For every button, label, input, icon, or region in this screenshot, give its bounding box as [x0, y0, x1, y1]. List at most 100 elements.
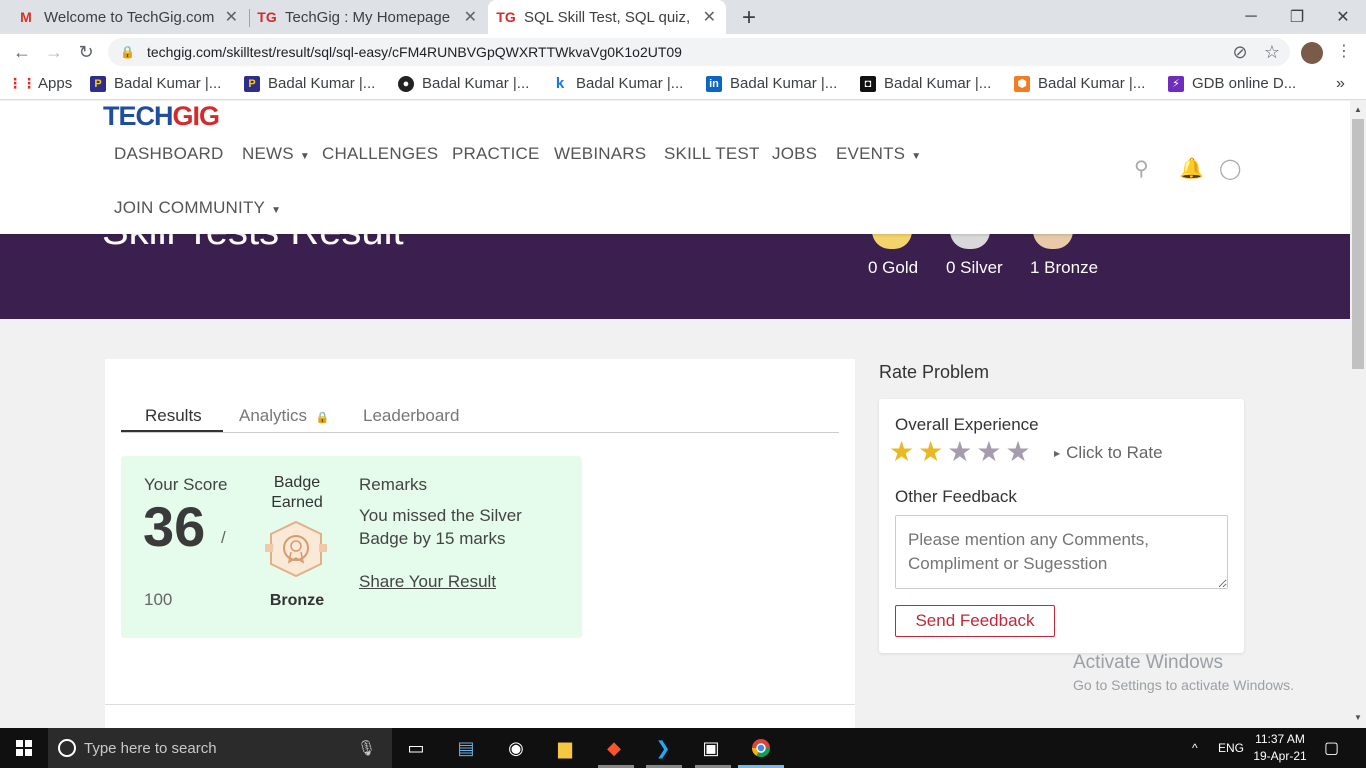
windows-logo-icon — [16, 740, 32, 756]
bookmark-favicon-icon: ⚡ — [1168, 75, 1184, 92]
caret-right-icon: ▶ — [1054, 449, 1061, 459]
nav-dashboard[interactable]: DASHBOARD — [114, 144, 224, 164]
forward-icon[interactable]: → — [42, 40, 66, 64]
star-icon[interactable]: ★ — [918, 437, 943, 467]
system-clock[interactable]: 11:37 AM 19-Apr-21 — [1250, 731, 1310, 765]
remarks-label: Remarks — [359, 475, 428, 494]
url-bar[interactable]: 🔒 techgig.com/skilltest/result/sql/sql-e… — [108, 38, 1290, 66]
notification-bell-icon[interactable]: 🔔 — [1179, 156, 1204, 181]
star-icon[interactable]: ★ — [1005, 437, 1030, 467]
close-tab-icon[interactable]: ✕ — [703, 7, 716, 27]
send-feedback-button[interactable]: Send Feedback — [895, 605, 1055, 637]
bookmark-item[interactable]: k Badal Kumar |... — [552, 75, 683, 92]
bookmark-item[interactable]: P Badal Kumar |... — [244, 75, 375, 92]
notepad-icon[interactable]: ▤ — [452, 734, 480, 762]
bookmark-apps[interactable]: ⋮⋮ Apps — [8, 75, 72, 92]
nav-jobs[interactable]: JOBS — [772, 144, 817, 164]
star-rating[interactable]: ★ ★ ★ ★ ★ — [889, 437, 1035, 467]
file-explorer-icon[interactable]: ▆ — [551, 734, 579, 762]
browser-tab-sql-test[interactable]: TG SQL Skill Test, SQL quiz, S ✕ — [488, 0, 726, 34]
search-icon[interactable]: ⚲ — [1134, 156, 1149, 181]
scrollbar-thumb[interactable] — [1352, 119, 1364, 369]
feedback-input[interactable] — [895, 515, 1228, 589]
scroll-down-icon[interactable]: ▼ — [1354, 713, 1362, 722]
camera-icon[interactable]: ◉ — [502, 734, 530, 762]
close-tab-icon[interactable]: ✕ — [225, 7, 238, 27]
more-bookmarks-icon[interactable]: » — [1336, 75, 1345, 93]
terminal-icon[interactable]: ▣ — [697, 734, 725, 762]
more-menu-icon[interactable]: ⋮ — [1336, 41, 1352, 61]
caret-down-icon: ▼ — [911, 151, 922, 162]
bookmark-item[interactable]: ⚡ GDB online D... — [1168, 75, 1296, 92]
tab-leaderboard[interactable]: Leaderboard — [363, 406, 459, 426]
browser-tab-homepage[interactable]: TG TechGig : My Homepage ✕ — [249, 0, 487, 34]
tab-results[interactable]: Results — [145, 406, 202, 426]
nav-challenges[interactable]: CHALLENGES — [322, 144, 438, 164]
bookmark-item[interactable]: ⬢ Badal Kumar |... — [1014, 75, 1145, 92]
bookmark-favicon-icon: P — [244, 75, 260, 92]
nav-events[interactable]: EVENTS ▼ — [836, 144, 921, 164]
score-summary: Your Score 36 / 100 Badge Earned Bronze … — [121, 456, 582, 638]
microphone-icon[interactable]: 🎙 — [357, 739, 376, 757]
tab-analytics[interactable]: Analytics 🔒 — [239, 406, 329, 426]
action-center-icon[interactable]: ▢ — [1324, 728, 1339, 768]
score-total: 100 — [144, 590, 173, 609]
scroll-up-icon[interactable]: ▲ — [1354, 105, 1362, 114]
back-icon[interactable]: ← — [10, 40, 34, 64]
linkedin-icon: in — [706, 75, 722, 92]
bookmark-item[interactable]: in Badal Kumar |... — [706, 75, 837, 92]
brave-browser-icon[interactable]: ◆ — [600, 734, 628, 762]
nav-skill-test[interactable]: SKILL TEST — [664, 144, 760, 164]
remarks-text: You missed the Silver Badge by 15 marks — [359, 506, 522, 548]
minimize-button[interactable]: ─ — [1228, 0, 1274, 34]
taskbar-search[interactable]: Type here to search 🎙 — [48, 728, 392, 768]
nav-practice[interactable]: PRACTICE — [452, 144, 540, 164]
overall-experience-label: Overall Experience — [895, 415, 1039, 434]
star-bookmark-icon[interactable]: ☆ — [1260, 40, 1284, 64]
nav-webinars[interactable]: WEBINARS — [554, 144, 646, 164]
star-icon[interactable]: ★ — [976, 437, 1001, 467]
chrome-icon[interactable] — [747, 734, 775, 762]
star-icon[interactable]: ★ — [889, 437, 914, 467]
site-header: TECHGIG DASHBOARD NEWS ▼ CHALLENGES PRACT… — [0, 101, 1350, 234]
badge-name: Bronze — [269, 592, 325, 609]
address-bar-row: ← → ↻ 🔒 techgig.com/skilltest/result/sql… — [0, 34, 1366, 70]
bronze-count: 1 Bronze — [1030, 258, 1099, 277]
gold-count: 0 Gold — [868, 258, 919, 277]
eye-off-icon[interactable]: ⊘ — [1228, 40, 1252, 64]
result-tabs: Results Analytics 🔒 Leaderboard — [121, 403, 839, 433]
language-indicator[interactable]: ENG — [1218, 728, 1244, 768]
show-hidden-icons[interactable]: ^ — [1192, 728, 1198, 768]
page-scrollbar[interactable]: ▲ ▼ — [1350, 101, 1366, 728]
click-to-rate[interactable]: ▶ Click to Rate — [1054, 443, 1163, 463]
browser-tab-gmail[interactable]: M Welcome to TechGig.com ✕ — [8, 0, 248, 34]
new-tab-button[interactable]: + — [737, 4, 761, 32]
restore-button[interactable]: ❐ — [1274, 0, 1320, 34]
star-icon[interactable]: ★ — [947, 437, 972, 467]
close-window-button[interactable]: ✕ — [1320, 0, 1366, 34]
techgig-icon: TG — [496, 9, 516, 25]
task-view-icon[interactable]: ▭ — [402, 734, 430, 762]
reload-icon[interactable]: ↻ — [74, 40, 98, 64]
nav-join-community[interactable]: JOIN COMMUNITY ▼ — [114, 198, 281, 218]
activate-windows-watermark: Activate Windows Go to Settings to activ… — [1073, 652, 1294, 693]
techgig-logo[interactable]: TECHGIG — [103, 101, 220, 132]
bookmark-item[interactable]: ● Badal Kumar |... — [398, 75, 529, 92]
rate-panel: Overall Experience ★ ★ ★ ★ ★ ▶ Click to Rate … — [879, 399, 1244, 653]
bookmark-favicon-icon: ⬢ — [1014, 75, 1030, 92]
nav-news[interactable]: NEWS ▼ — [242, 144, 310, 164]
user-profile-icon[interactable]: ◯ — [1219, 156, 1241, 181]
close-tab-icon[interactable]: ✕ — [464, 7, 477, 27]
lock-icon: 🔒 — [315, 412, 330, 424]
bookmark-item[interactable]: ◘ Badal Kumar |... — [860, 75, 991, 92]
lock-icon: 🔒 — [120, 45, 135, 59]
caret-down-icon: ▼ — [271, 205, 282, 216]
bookmark-item[interactable]: P Badal Kumar |... — [90, 75, 221, 92]
techgig-icon: TG — [257, 9, 277, 25]
vscode-icon[interactable]: ❯ — [649, 734, 677, 762]
score-separator: / — [221, 528, 226, 547]
silver-count: 0 Silver — [946, 258, 1003, 277]
share-result-link[interactable]: Share Your Result — [359, 572, 496, 592]
start-button[interactable] — [0, 728, 48, 768]
profile-avatar[interactable] — [1301, 42, 1323, 64]
